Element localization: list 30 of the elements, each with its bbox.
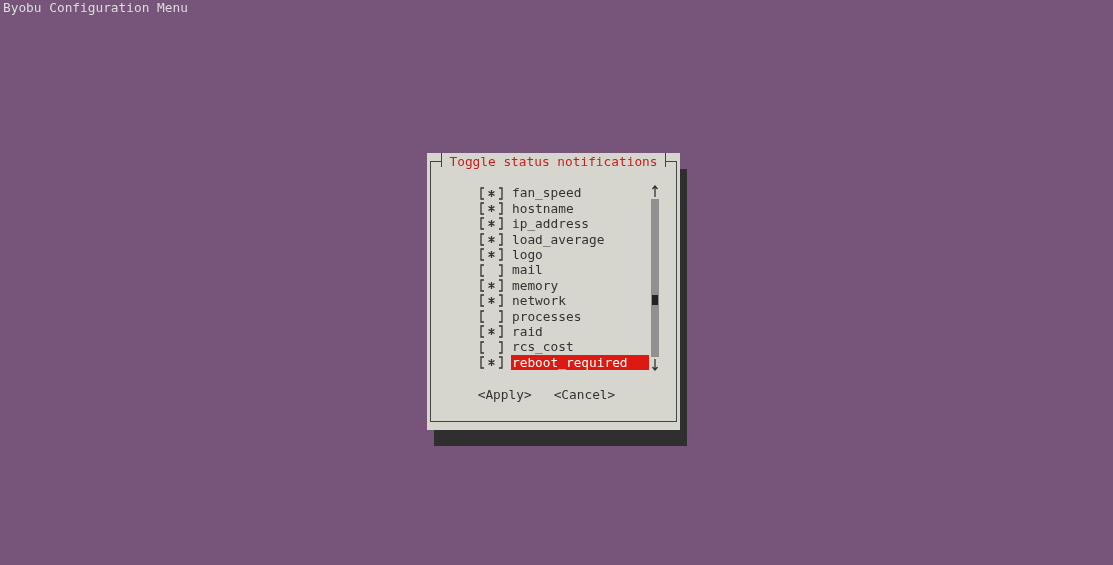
option-label[interactable]: ip_address (511, 216, 591, 232)
option-label[interactable]: reboot_required (511, 354, 649, 371)
checkbox[interactable] (480, 309, 503, 323)
checkbox[interactable] (480, 294, 503, 308)
option-label[interactable]: rcs_cost (511, 339, 575, 355)
checkbox[interactable] (480, 248, 503, 262)
option-label[interactable]: logo (511, 246, 544, 263)
option-label[interactable]: processes (511, 308, 583, 324)
checkbox[interactable] (480, 186, 503, 200)
checkbox[interactable] (480, 217, 503, 231)
checkbox[interactable] (480, 355, 503, 369)
scrollbar-thumb[interactable] (652, 295, 658, 306)
window-title: Byobu Configuration Menu (2, 0, 188, 16)
checkbox[interactable] (480, 232, 503, 246)
down-arrow-icon[interactable] (651, 358, 659, 372)
checkbox[interactable] (480, 278, 503, 292)
checkbox[interactable] (480, 202, 503, 215)
up-arrow-icon[interactable] (651, 185, 659, 199)
option-label[interactable]: raid (511, 323, 544, 340)
dialog-button[interactable]: <Apply> (477, 387, 532, 403)
option-label[interactable]: network (511, 293, 567, 309)
checkbox[interactable] (480, 263, 503, 277)
option-label[interactable]: mail (511, 262, 544, 278)
option-label[interactable]: load_average (511, 231, 606, 247)
option-label[interactable]: fan_speed (511, 185, 583, 201)
checkbox[interactable] (480, 325, 503, 339)
option-label[interactable]: memory (511, 277, 560, 294)
option-label[interactable]: hostname (511, 200, 575, 217)
dialog-button[interactable]: <Cancel> (553, 387, 616, 403)
checkbox[interactable] (480, 340, 503, 354)
